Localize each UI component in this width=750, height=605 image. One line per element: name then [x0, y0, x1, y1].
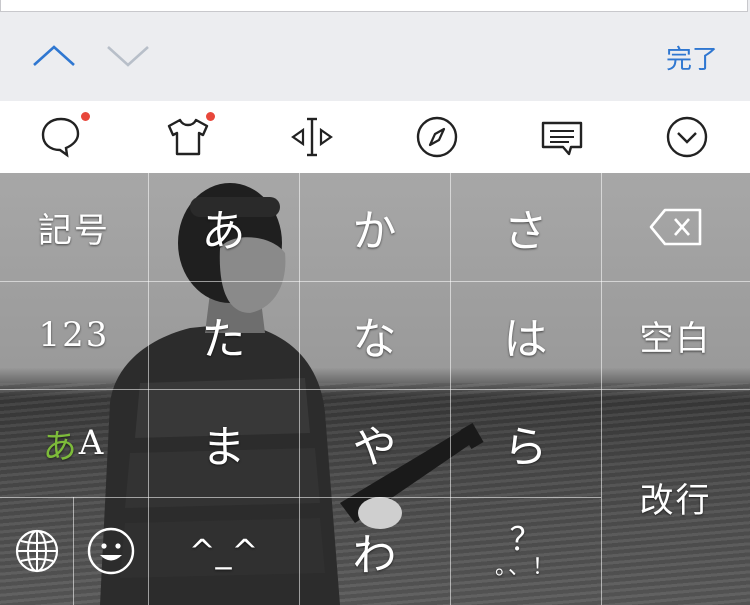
chevron-down-circle-icon[interactable]	[664, 115, 710, 159]
globe-icon	[15, 529, 58, 573]
key-ha[interactable]: は	[450, 281, 601, 389]
done-button[interactable]: 完了	[666, 39, 718, 76]
notification-dot	[81, 112, 90, 121]
kana-keyboard: 記号 あ か さ 123 た な は 空白 あA ま や ら 改行 ^_^ わ …	[0, 173, 750, 605]
backspace-key[interactable]	[601, 173, 750, 281]
numbers-key[interactable]: 123	[0, 281, 148, 389]
latin-mode-label: A	[78, 423, 106, 463]
shirt-icon[interactable]	[165, 115, 211, 159]
input-accessory-bar: 完了	[0, 13, 750, 102]
key-na[interactable]: な	[299, 281, 450, 389]
previous-field-chevron-up-icon[interactable]	[30, 41, 78, 71]
punctuation-question: ？	[509, 519, 542, 558]
kana-mode-label: あ	[42, 426, 79, 467]
space-key[interactable]: 空白	[601, 281, 750, 389]
key-ra[interactable]: ら	[450, 389, 601, 497]
key-sa[interactable]: さ	[450, 173, 601, 281]
punctuation-key[interactable]: ？ 。、！	[450, 497, 601, 605]
smiley-icon	[87, 527, 134, 575]
punctuation-marks: 。、！	[494, 555, 556, 581]
key-ta[interactable]: た	[148, 281, 299, 389]
text-field-edge[interactable]	[0, 0, 748, 12]
cursor-move-icon[interactable]	[289, 115, 335, 159]
message-icon[interactable]	[539, 115, 585, 159]
keyboard-toolbar	[0, 101, 750, 173]
chat-bubble-icon[interactable]	[40, 115, 86, 159]
key-ma[interactable]: ま	[148, 389, 299, 497]
symbols-key[interactable]: 記号	[0, 173, 148, 281]
compass-icon[interactable]	[414, 115, 460, 159]
return-key[interactable]: 改行	[601, 389, 750, 605]
next-field-chevron-down-icon[interactable]	[104, 41, 152, 71]
kaomoji-key[interactable]: ^_^	[148, 497, 299, 605]
key-ya[interactable]: や	[299, 389, 450, 497]
key-ka[interactable]: か	[299, 173, 450, 281]
emoji-key[interactable]	[73, 497, 148, 605]
backspace-icon	[649, 208, 701, 246]
key-a[interactable]: あ	[148, 173, 299, 281]
globe-key[interactable]	[0, 497, 73, 605]
input-mode-key[interactable]: あA	[0, 389, 148, 497]
notification-dot	[206, 112, 215, 121]
key-wa[interactable]: わ	[299, 497, 450, 605]
